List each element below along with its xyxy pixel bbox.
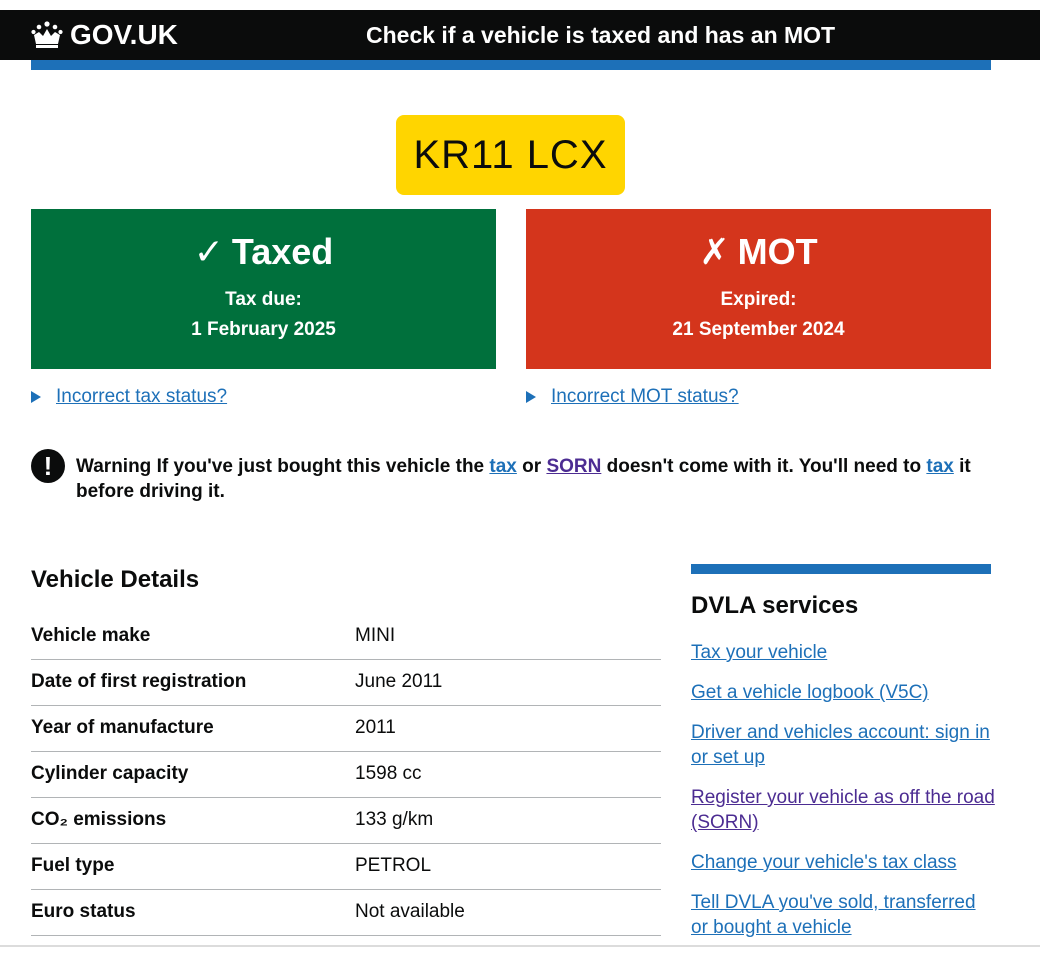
- row-label: Year of manufacture: [31, 717, 214, 738]
- table-row: Euro status Not available: [31, 890, 661, 936]
- registration-plate: KR11 LCX: [396, 115, 625, 195]
- row-label: Fuel type: [31, 855, 115, 876]
- triangle-right-icon: [526, 391, 536, 403]
- tax-status-panel: ✓ Taxed Tax due: 1 February 2025: [31, 209, 496, 369]
- mot-status-panel: ✗ MOT Expired: 21 September 2024: [526, 209, 991, 369]
- check-icon: ✓: [193, 231, 224, 272]
- warning-icon: !: [31, 449, 65, 483]
- tax-due-date: 1 February 2025: [191, 319, 336, 340]
- vehicle-details-table: Vehicle make MINI Date of first registra…: [31, 614, 661, 936]
- dvla-services-top-bar: [691, 564, 991, 574]
- tax-link[interactable]: tax: [489, 456, 516, 477]
- row-label: Cylinder capacity: [31, 763, 189, 784]
- warning-text-part: doesn't come with it. You'll need to: [601, 456, 927, 477]
- page-bottom-edge: [0, 945, 1040, 947]
- sorn-link[interactable]: SORN: [546, 456, 601, 477]
- row-value: 2011: [355, 717, 396, 738]
- table-row: Date of first registration June 2011: [31, 660, 661, 706]
- row-label: CO₂ emissions: [31, 809, 167, 830]
- header-blue-bar: [31, 60, 991, 70]
- top-edge: [0, 0, 1040, 10]
- govuk-header: GOV.UK Check if a vehicle is taxed and h…: [0, 10, 1040, 60]
- row-value: June 2011: [355, 671, 443, 692]
- vehicle-details-heading: Vehicle Details: [31, 566, 200, 593]
- tax-status-title-text: Taxed: [231, 231, 334, 272]
- mot-expired-date: 21 September 2024: [672, 319, 845, 340]
- tax-status-title: ✓ Taxed: [31, 231, 496, 273]
- table-row: Vehicle make MINI: [31, 614, 661, 660]
- vehicle-logbook-link[interactable]: Get a vehicle logbook (V5C): [691, 680, 996, 705]
- mot-status-title-text: MOT: [737, 231, 818, 272]
- table-row: CO₂ emissions 133 g/km: [31, 798, 661, 844]
- sold-transferred-link[interactable]: Tell DVLA you've sold, transferred or bo…: [691, 890, 996, 940]
- warning-text-part: Warning If you've just bought this vehic…: [76, 456, 490, 477]
- incorrect-mot-status-toggle[interactable]: Incorrect MOT status?: [526, 386, 739, 408]
- tax-due-label: Tax due:: [225, 289, 302, 310]
- warning-text: Warning If you've just bought this vehic…: [76, 454, 986, 504]
- incorrect-tax-status-text: Incorrect tax status?: [56, 386, 228, 407]
- row-value: PETROL: [355, 855, 432, 876]
- service-name-link[interactable]: Check if a vehicle is taxed and has an M…: [366, 22, 835, 49]
- sorn-register-link[interactable]: Register your vehicle as off the road (S…: [691, 785, 996, 835]
- row-value: 133 g/km: [355, 809, 434, 830]
- triangle-right-icon: [31, 391, 41, 403]
- row-value: Not available: [355, 901, 465, 922]
- incorrect-tax-status-toggle[interactable]: Incorrect tax status?: [31, 386, 227, 408]
- dvla-services-list: Tax your vehicle Get a vehicle logbook (…: [691, 640, 996, 955]
- row-value: 1598 cc: [355, 763, 422, 784]
- row-label: Date of first registration: [31, 671, 247, 692]
- cross-icon: ✗: [699, 231, 730, 272]
- dvla-services-heading: DVLA services: [691, 592, 859, 619]
- row-label: Euro status: [31, 901, 136, 922]
- driver-account-link[interactable]: Driver and vehicles account: sign in or …: [691, 720, 996, 770]
- mot-expired-label: Expired:: [720, 289, 797, 310]
- crown-icon: [31, 21, 63, 48]
- mot-status-title: ✗ MOT: [526, 231, 991, 273]
- tax-your-vehicle-link[interactable]: Tax your vehicle: [691, 640, 996, 665]
- row-value: MINI: [355, 625, 396, 646]
- table-row: Year of manufacture 2011: [31, 706, 661, 752]
- incorrect-mot-status-text: Incorrect MOT status?: [551, 386, 739, 407]
- change-tax-class-link[interactable]: Change your vehicle's tax class: [691, 850, 996, 875]
- tax-link-2[interactable]: tax: [926, 456, 953, 477]
- govuk-logo-link[interactable]: GOV.UK: [30, 19, 178, 51]
- table-row: Cylinder capacity 1598 cc: [31, 752, 661, 798]
- warning-text-part: or: [516, 456, 547, 477]
- logo-text: GOV.UK: [70, 19, 178, 50]
- table-row: Fuel type PETROL: [31, 844, 661, 890]
- row-label: Vehicle make: [31, 625, 151, 646]
